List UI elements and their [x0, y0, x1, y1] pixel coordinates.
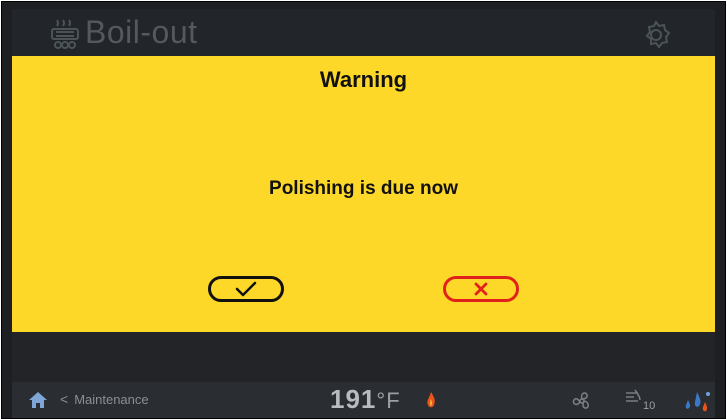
flame-icon — [427, 392, 435, 408]
footer-bar: < Maintenance 191°F 10 — [12, 382, 715, 418]
fryer-basket-icon — [51, 19, 79, 49]
back-link[interactable]: < Maintenance — [60, 391, 149, 407]
confirm-button[interactable] — [208, 276, 284, 302]
gear-icon[interactable] — [641, 20, 671, 50]
temperature-value: 191 — [330, 384, 377, 414]
chevron-left-icon: < — [60, 391, 69, 407]
fan-icon[interactable] — [570, 389, 594, 413]
page-title: Boil-out — [85, 14, 198, 50]
dialog-message: Polishing is due now — [269, 178, 458, 199]
header-bar: Boil-out — [12, 9, 715, 56]
temperature-readout: 191°F — [330, 384, 401, 415]
dialog-title: Warning — [319, 67, 408, 92]
screen-frame: Boil-out Warning Polishing is due now < … — [1, 1, 726, 419]
temperature-unit: °F — [376, 388, 401, 413]
cancel-button[interactable] — [443, 276, 519, 302]
status-area — [12, 332, 715, 382]
warning-dialog: Warning Polishing is due now — [12, 56, 715, 332]
home-icon[interactable] — [28, 391, 48, 409]
back-label: Maintenance — [74, 392, 149, 407]
close-icon — [474, 282, 488, 296]
oil-drops-icon[interactable] — [682, 386, 712, 416]
oil-count: 10 — [643, 400, 656, 412]
check-icon — [235, 281, 257, 297]
